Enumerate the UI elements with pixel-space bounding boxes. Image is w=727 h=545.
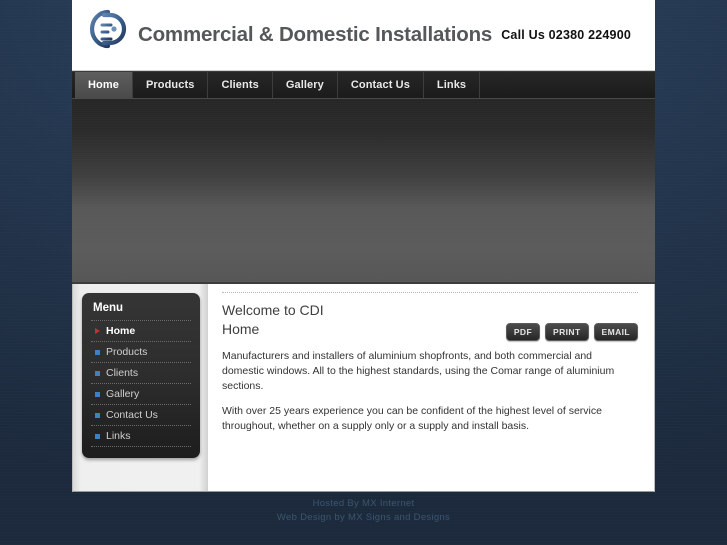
article-paragraph-1: Manufacturers and installers of aluminiu… — [222, 350, 615, 393]
sidebar-item-links[interactable]: Links — [91, 426, 191, 446]
sidebar-item-label: Products — [106, 346, 148, 358]
site-footer: Hosted By MX Internet Web Design by MX S… — [0, 497, 727, 525]
nav-item-products[interactable]: Products — [133, 72, 209, 98]
sidebar-item-gallery[interactable]: Gallery — [91, 384, 191, 404]
sidebar-item-label: Contact Us — [106, 409, 158, 421]
main-navigation: Home Products Clients Gallery Contact Us… — [72, 71, 655, 99]
square-bullet-icon — [95, 412, 100, 418]
article-paragraph-2: With over 25 years experience you can be… — [222, 405, 602, 433]
square-bullet-icon — [95, 349, 100, 355]
square-bullet-icon — [95, 391, 100, 397]
cdi-monogram-logo-icon[interactable] — [82, 5, 134, 65]
page-title: Welcome to CDI — [222, 302, 324, 318]
menu-module-footer-rule — [91, 446, 191, 449]
sidebar-item-clients[interactable]: Clients — [91, 363, 191, 383]
nav-filler — [480, 72, 655, 98]
header-banner-image — [72, 99, 655, 284]
sidebar-item-label: Gallery — [106, 388, 140, 400]
article-tools: PDF PRINT EMAIL — [505, 321, 638, 342]
menu-module-title: Menu — [93, 302, 124, 314]
arrow-bullet-icon — [95, 328, 100, 334]
print-button[interactable]: PRINT — [545, 323, 589, 342]
call-us-phone: Call Us 02380 224900 — [501, 28, 631, 42]
sidebar-item-label: Links — [106, 430, 131, 442]
nav-item-links[interactable]: Links — [424, 72, 481, 98]
sidebar-menu-list: Home Products Clients Gallery Contact Us… — [91, 320, 191, 446]
sidebar-item-label: Clients — [106, 367, 139, 379]
content-top-divider — [222, 292, 638, 293]
hosted-by-link[interactable]: Hosted By MX Internet — [0, 497, 727, 511]
list-item: Gallery — [91, 383, 191, 404]
list-item: Home — [91, 320, 191, 341]
email-button[interactable]: EMAIL — [593, 323, 638, 342]
article-title: Home — [222, 321, 260, 337]
square-bullet-icon — [95, 433, 100, 439]
pdf-button[interactable]: PDF — [505, 323, 541, 342]
sidebar-item-label: Home — [106, 325, 136, 337]
article-header: Home PDF PRINT EMAIL — [222, 321, 638, 342]
sidebar-item-contact-us[interactable]: Contact Us — [91, 405, 191, 425]
nav-item-home[interactable]: Home — [75, 72, 133, 98]
content-area: Menu Home Products Clients Gallery Conta… — [72, 284, 655, 492]
list-item: Products — [91, 341, 191, 362]
site-shell: Commercial & Domestic Installations Call… — [72, 0, 655, 492]
site-header: Commercial & Domestic Installations Call… — [72, 0, 655, 71]
brand-name: Commercial & Domestic Installations — [138, 23, 493, 46]
list-item: Clients — [91, 362, 191, 383]
nav-item-contact-us[interactable]: Contact Us — [338, 72, 424, 98]
sidebar-item-products[interactable]: Products — [91, 342, 191, 362]
list-item: Contact Us — [91, 404, 191, 425]
main-content: Welcome to CDI Home PDF PRINT EMAIL Manu… — [208, 284, 654, 491]
nav-item-clients[interactable]: Clients — [208, 72, 273, 98]
list-item: Links — [91, 425, 191, 446]
sidebar-item-home[interactable]: Home — [91, 321, 191, 341]
web-design-link[interactable]: Web Design by MX Signs and Designs — [0, 511, 727, 525]
square-bullet-icon — [95, 370, 100, 376]
nav-item-gallery[interactable]: Gallery — [273, 72, 338, 98]
sidebar: Menu Home Products Clients Gallery Conta… — [73, 284, 208, 491]
menu-module: Menu Home Products Clients Gallery Conta… — [82, 293, 200, 458]
